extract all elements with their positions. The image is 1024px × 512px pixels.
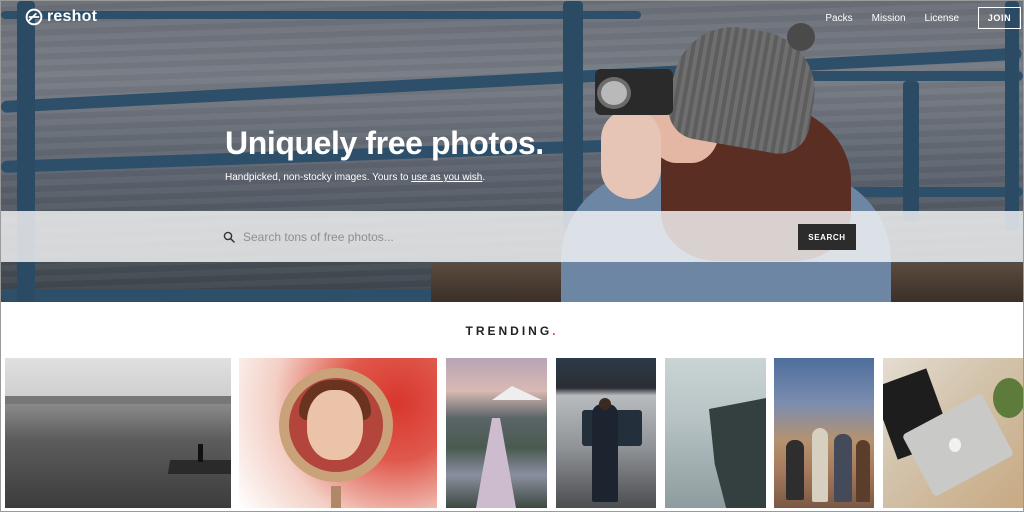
- pier-lake-photo[interactable]: [5, 358, 231, 508]
- railing: [801, 71, 1023, 81]
- canyon-group-photo[interactable]: [774, 358, 874, 508]
- hero-subline-text: Handpicked, non-stocky images. Yours to: [225, 172, 412, 183]
- railing-post: [563, 1, 583, 231]
- hero-person-pom: [787, 23, 815, 51]
- join-button[interactable]: JOIN: [978, 7, 1021, 29]
- nav-link-mission[interactable]: Mission: [872, 13, 906, 24]
- logo[interactable]: reshot: [25, 8, 97, 26]
- hero-subline-end: .: [482, 172, 486, 183]
- use-as-you-wish-link[interactable]: use as you wish: [411, 172, 482, 183]
- mirror-portrait-photo[interactable]: [239, 358, 437, 508]
- search-input[interactable]: [243, 227, 783, 247]
- trending-dot: .: [552, 324, 559, 338]
- top-nav: Packs Mission License JOIN: [825, 7, 1023, 29]
- logo-icon: [25, 8, 43, 26]
- trending-heading: TRENDING.: [1, 324, 1023, 338]
- hero-subline: Handpicked, non-stocky images. Yours to …: [225, 172, 485, 183]
- hero-person-hand: [601, 109, 661, 199]
- hero-camera-lens: [597, 77, 631, 109]
- river-valley-photo[interactable]: [446, 358, 547, 508]
- subway-train-photo[interactable]: [556, 358, 656, 508]
- hero-headline: Uniquely free photos.: [225, 125, 544, 161]
- nav-link-license[interactable]: License: [925, 13, 959, 24]
- trending-title: TRENDING: [465, 324, 553, 338]
- search-icon: [223, 231, 235, 243]
- search-button[interactable]: SEARCH: [798, 224, 856, 250]
- laptop-desk-photo[interactable]: [883, 358, 1023, 508]
- logo-text: reshot: [47, 8, 98, 25]
- page: reshot Packs Mission License JOIN Unique…: [0, 0, 1024, 512]
- railing-post: [1005, 1, 1019, 231]
- railing-post: [903, 81, 919, 221]
- foggy-cliff-photo[interactable]: [665, 358, 766, 508]
- nav-link-packs[interactable]: Packs: [825, 13, 852, 24]
